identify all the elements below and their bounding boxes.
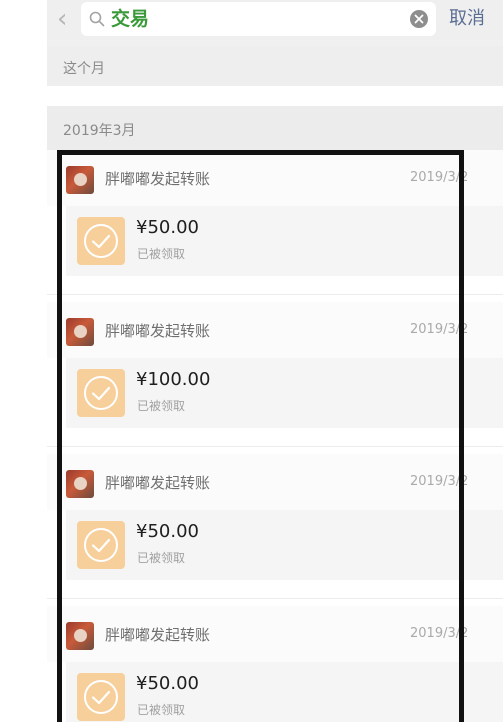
chevron-left-icon[interactable]: ‹ (57, 6, 73, 32)
list-item[interactable]: 胖嘟嘟发起转账 2019/3/2 ¥100.00 已被领取 (47, 302, 503, 452)
transfer-amount: ¥100.00 (136, 369, 211, 390)
cancel-button[interactable]: 取消 (449, 6, 485, 32)
divider (47, 598, 503, 599)
message-date: 2019/3/2 (410, 322, 469, 337)
section-title: 2019年3月 (63, 123, 136, 139)
avatar[interactable] (66, 622, 94, 650)
sender-label: 胖嘟嘟发起转账 (105, 474, 211, 492)
divider (47, 446, 503, 447)
search-input[interactable]: 交易 (81, 2, 436, 36)
list-item[interactable]: 胖嘟嘟发起转账 2019/3/2 ¥50.00 已被领取 (47, 150, 503, 300)
message-header: 胖嘟嘟发起转账 2019/3/2 (47, 150, 503, 206)
avatar[interactable] (66, 318, 94, 346)
search-bar: ‹ 交易 取消 (47, 0, 503, 40)
transfer-card[interactable]: ¥100.00 已被领取 (66, 358, 503, 428)
message-header: 胖嘟嘟发起转账 2019/3/2 (47, 454, 503, 510)
search-icon (89, 11, 105, 27)
transfer-amount: ¥50.00 (136, 521, 199, 542)
section-title: 这个月 (63, 61, 105, 77)
search-query[interactable]: 交易 (111, 6, 149, 32)
checkmark-circle-icon (77, 521, 125, 569)
transfer-amount: ¥50.00 (136, 673, 199, 694)
sender-label: 胖嘟嘟发起转账 (105, 626, 211, 644)
clear-icon[interactable] (410, 10, 428, 28)
transfer-card[interactable]: ¥50.00 已被领取 (66, 206, 503, 276)
list-item[interactable]: 胖嘟嘟发起转账 2019/3/2 ¥50.00 已被领取 (47, 454, 503, 604)
checkmark-circle-icon (77, 673, 125, 721)
transfer-status: 已被领取 (137, 703, 186, 717)
avatar[interactable] (66, 166, 94, 194)
search-results-screen: ‹ 交易 取消 这个月 2019年3月 胖嘟嘟发起转账 2019/3/2 ¥50… (47, 0, 503, 722)
message-header: 胖嘟嘟发起转账 2019/3/2 (47, 606, 503, 662)
checkmark-circle-icon (77, 217, 125, 265)
message-date: 2019/3/2 (410, 626, 469, 641)
transfer-status: 已被领取 (137, 551, 186, 565)
checkmark-circle-icon (77, 369, 125, 417)
divider (47, 294, 503, 295)
sender-label: 胖嘟嘟发起转账 (105, 322, 211, 340)
section-header-this-month: 这个月 (47, 46, 503, 86)
transfer-list: 胖嘟嘟发起转账 2019/3/2 ¥50.00 已被领取 胖嘟嘟发起转账 201… (47, 150, 503, 722)
transfer-card[interactable]: ¥50.00 已被领取 (66, 662, 503, 722)
list-item[interactable]: 胖嘟嘟发起转账 2019/3/2 ¥50.00 已被领取 (47, 606, 503, 722)
transfer-amount: ¥50.00 (136, 217, 199, 238)
message-date: 2019/3/2 (410, 474, 469, 489)
transfer-card[interactable]: ¥50.00 已被领取 (66, 510, 503, 580)
message-header: 胖嘟嘟发起转账 2019/3/2 (47, 302, 503, 358)
transfer-status: 已被领取 (137, 247, 186, 261)
transfer-status: 已被领取 (137, 399, 186, 413)
message-date: 2019/3/2 (410, 170, 469, 185)
avatar[interactable] (66, 470, 94, 498)
sender-label: 胖嘟嘟发起转账 (105, 170, 211, 188)
section-header-march: 2019年3月 (47, 106, 503, 150)
section-gap (47, 86, 503, 106)
